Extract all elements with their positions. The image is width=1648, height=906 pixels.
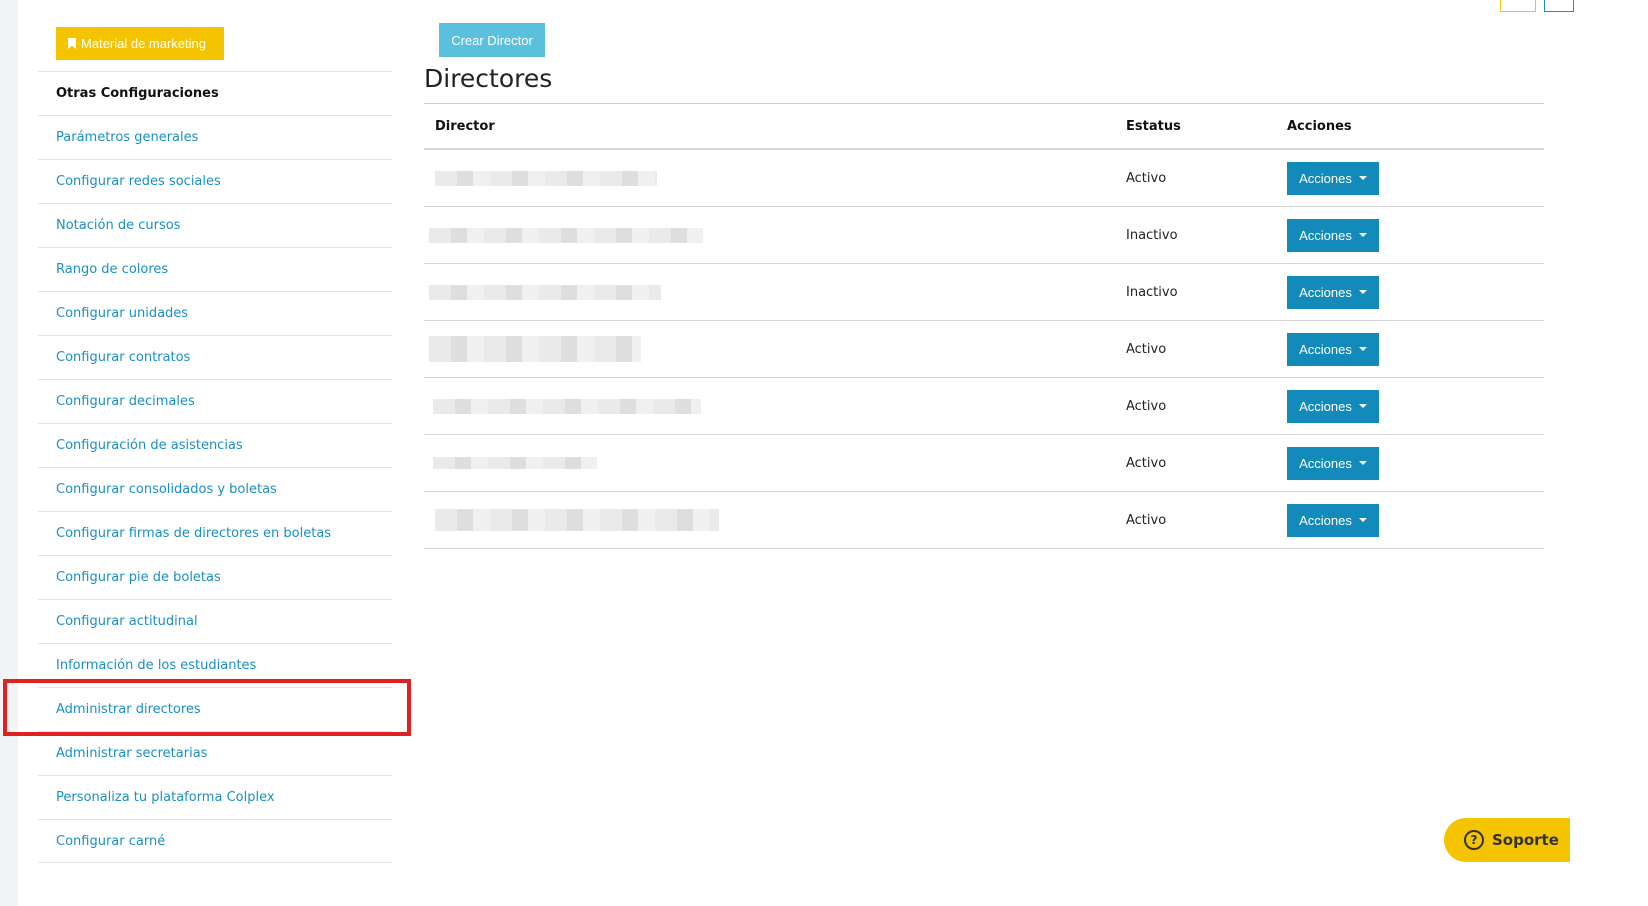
- menu-item-unidades[interactable]: Configurar unidades: [38, 291, 392, 335]
- actions-dropdown-button[interactable]: Acciones: [1287, 503, 1379, 537]
- page: Material de marketing Otras Configuracio…: [18, 0, 1648, 906]
- table-row: Activo Acciones: [424, 378, 1544, 435]
- column-header-acciones: Acciones: [1287, 118, 1352, 134]
- menu-item-notacion-cursos[interactable]: Notación de cursos: [38, 203, 392, 247]
- table-row: Activo Acciones: [424, 321, 1544, 378]
- menu-item-info-estudiantes[interactable]: Información de los estudiantes: [38, 643, 392, 687]
- caret-down-icon: [1358, 404, 1367, 408]
- actions-label: Acciones: [1299, 170, 1352, 186]
- status-text: Activo: [1126, 341, 1167, 357]
- caret-down-icon: [1358, 290, 1367, 294]
- actions-label: Acciones: [1299, 284, 1352, 300]
- director-name-redacted: [424, 227, 1115, 243]
- status-text: Activo: [1126, 398, 1167, 414]
- director-name-redacted: [424, 457, 1115, 469]
- question-icon: ?: [1464, 830, 1484, 850]
- menu-item-asistencias[interactable]: Configuración de asistencias: [38, 423, 392, 467]
- settings-menu: Otras Configuraciones Parámetros general…: [38, 71, 392, 863]
- status-text: Activo: [1126, 170, 1167, 186]
- caret-down-icon: [1358, 233, 1367, 237]
- actions-label: Acciones: [1299, 227, 1352, 243]
- caret-down-icon: [1358, 518, 1367, 522]
- menu-item-actitudinal[interactable]: Configurar actitudinal: [38, 599, 392, 643]
- table-row: Activo Acciones: [424, 435, 1544, 492]
- director-name-redacted: [424, 170, 1115, 186]
- menu-item-redes-sociales[interactable]: Configurar redes sociales: [38, 159, 392, 203]
- status-text: Inactivo: [1126, 227, 1178, 243]
- menu-heading: Otras Configuraciones: [38, 71, 392, 115]
- actions-dropdown-button[interactable]: Acciones: [1287, 218, 1379, 252]
- director-name-redacted: [424, 284, 1115, 300]
- actions-dropdown-button[interactable]: Acciones: [1287, 275, 1379, 309]
- table-row: Inactivo Acciones: [424, 207, 1544, 264]
- director-name-redacted: [424, 398, 1115, 414]
- actions-label: Acciones: [1299, 341, 1352, 357]
- column-header-estatus: Estatus: [1126, 118, 1181, 134]
- menu-item-contratos[interactable]: Configurar contratos: [38, 335, 392, 379]
- support-label: Soporte: [1492, 831, 1559, 849]
- menu-item-decimales[interactable]: Configurar decimales: [38, 379, 392, 423]
- bookmark-icon: [68, 38, 76, 49]
- menu-item-administrar-secretarias[interactable]: Administrar secretarias: [38, 731, 392, 775]
- table-row: Activo Acciones: [424, 150, 1544, 207]
- directors-table: Director Estatus Acciones Activo Accione…: [424, 103, 1544, 549]
- menu-item-consolidados-boletas[interactable]: Configurar consolidados y boletas: [38, 467, 392, 511]
- menu-item-configurar-carne[interactable]: Configurar carné: [38, 819, 392, 863]
- marketing-material-label: Material de marketing: [81, 36, 206, 51]
- menu-item-personaliza-plataforma[interactable]: Personaliza tu plataforma Colplex: [38, 775, 392, 819]
- status-text: Activo: [1126, 455, 1167, 471]
- caret-down-icon: [1358, 176, 1367, 180]
- actions-dropdown-button[interactable]: Acciones: [1287, 446, 1379, 480]
- table-row: Inactivo Acciones: [424, 264, 1544, 321]
- menu-item-pie-boletas[interactable]: Configurar pie de boletas: [38, 555, 392, 599]
- caret-down-icon: [1358, 461, 1367, 465]
- menu-item-administrar-directores[interactable]: Administrar directores: [38, 687, 392, 731]
- actions-label: Acciones: [1299, 455, 1352, 471]
- create-director-button[interactable]: Crear Director: [439, 23, 545, 57]
- marketing-material-button[interactable]: Material de marketing: [56, 27, 224, 60]
- table-row: Activo Acciones: [424, 492, 1544, 549]
- actions-label: Acciones: [1299, 512, 1352, 528]
- top-corner-button[interactable]: [1500, 0, 1536, 12]
- page-title: Directores: [424, 64, 553, 93]
- actions-dropdown-button[interactable]: Acciones: [1287, 332, 1379, 366]
- director-name-redacted: [424, 509, 1115, 531]
- menu-item-rango-colores[interactable]: Rango de colores: [38, 247, 392, 291]
- actions-dropdown-button[interactable]: Acciones: [1287, 389, 1379, 423]
- status-text: Activo: [1126, 512, 1167, 528]
- top-corner-button[interactable]: [1544, 0, 1574, 12]
- menu-item-parametros-generales[interactable]: Parámetros generales: [38, 115, 392, 159]
- column-header-director: Director: [435, 118, 495, 134]
- status-text: Inactivo: [1126, 284, 1178, 300]
- director-name-redacted: [424, 336, 1115, 362]
- menu-item-firmas-directores[interactable]: Configurar firmas de directores en bolet…: [38, 511, 392, 555]
- actions-label: Acciones: [1299, 398, 1352, 414]
- support-button[interactable]: ? Soporte: [1444, 818, 1570, 862]
- table-header: Director Estatus Acciones: [424, 104, 1544, 150]
- actions-dropdown-button[interactable]: Acciones: [1287, 161, 1379, 195]
- caret-down-icon: [1358, 347, 1367, 351]
